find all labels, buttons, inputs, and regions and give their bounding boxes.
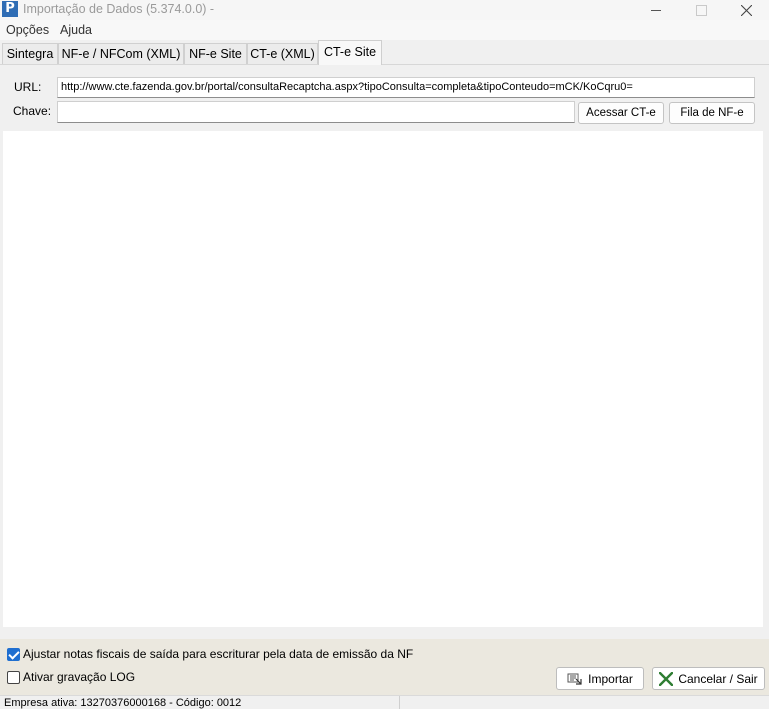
log-option[interactable]: Ativar gravação LOG — [7, 670, 135, 684]
menu-help[interactable]: Ajuda — [60, 23, 92, 37]
adjust-notes-checkbox[interactable] — [7, 647, 20, 661]
minimize-icon — [651, 9, 661, 11]
menu-bar: Opções Ajuda — [0, 20, 769, 40]
key-label: Chave: — [13, 104, 52, 118]
import-button[interactable]: Importar — [556, 667, 644, 690]
tab-nfe-nfcom-xml[interactable]: NF-e / NFCom (XML) — [58, 43, 184, 64]
tab-nfe-site[interactable]: NF-e Site — [184, 43, 247, 64]
import-icon — [567, 673, 582, 685]
tab-cte-site[interactable]: CT-e Site — [318, 40, 382, 65]
log-label: Ativar gravação LOG — [23, 670, 136, 684]
adjust-notes-option[interactable]: Ajustar notas fiscais de saída para escr… — [7, 647, 413, 661]
cte-site-panel: URL: http://www.cte.fazenda.gov.br/porta… — [0, 65, 769, 639]
close-button[interactable] — [723, 0, 769, 20]
bottom-bar: Ajustar notas fiscais de saída para escr… — [0, 639, 769, 695]
window-title: Importação de Dados (5.374.0.0) - — [23, 2, 215, 16]
app-logo: P — [2, 1, 18, 17]
key-field[interactable] — [57, 101, 575, 123]
status-divider — [399, 696, 400, 709]
maximize-button[interactable] — [678, 0, 724, 20]
log-checkbox[interactable] — [7, 670, 20, 684]
title-bar: P Importação de Dados (5.374.0.0) - — [0, 0, 769, 20]
active-company-status: Empresa ativa: 13270376000168 - Código: … — [4, 697, 242, 709]
minimize-button[interactable] — [633, 0, 679, 20]
access-cte-button[interactable]: Acessar CT-e — [578, 102, 664, 124]
web-browser-area[interactable] — [3, 131, 763, 627]
cancel-icon — [659, 671, 674, 686]
cancel-exit-label: Cancelar / Sair — [678, 671, 758, 686]
url-field[interactable]: http://www.cte.fazenda.gov.br/portal/con… — [57, 77, 755, 98]
tab-cte-xml[interactable]: CT-e (XML) — [247, 43, 318, 64]
nfe-queue-button[interactable]: Fila de NF-e — [669, 102, 755, 124]
maximize-icon — [695, 4, 707, 16]
import-label: Importar — [588, 671, 633, 686]
close-icon — [740, 4, 752, 16]
tab-sintegra[interactable]: Sintegra — [2, 43, 58, 64]
url-label: URL: — [14, 80, 42, 94]
menu-options[interactable]: Opções — [6, 23, 49, 37]
tab-strip: Sintegra NF-e / NFCom (XML) NF-e Site CT… — [0, 40, 769, 65]
status-bar: Empresa ativa: 13270376000168 - Código: … — [0, 695, 769, 709]
adjust-notes-label: Ajustar notas fiscais de saída para escr… — [23, 647, 414, 661]
cancel-exit-button[interactable]: Cancelar / Sair — [652, 667, 765, 690]
